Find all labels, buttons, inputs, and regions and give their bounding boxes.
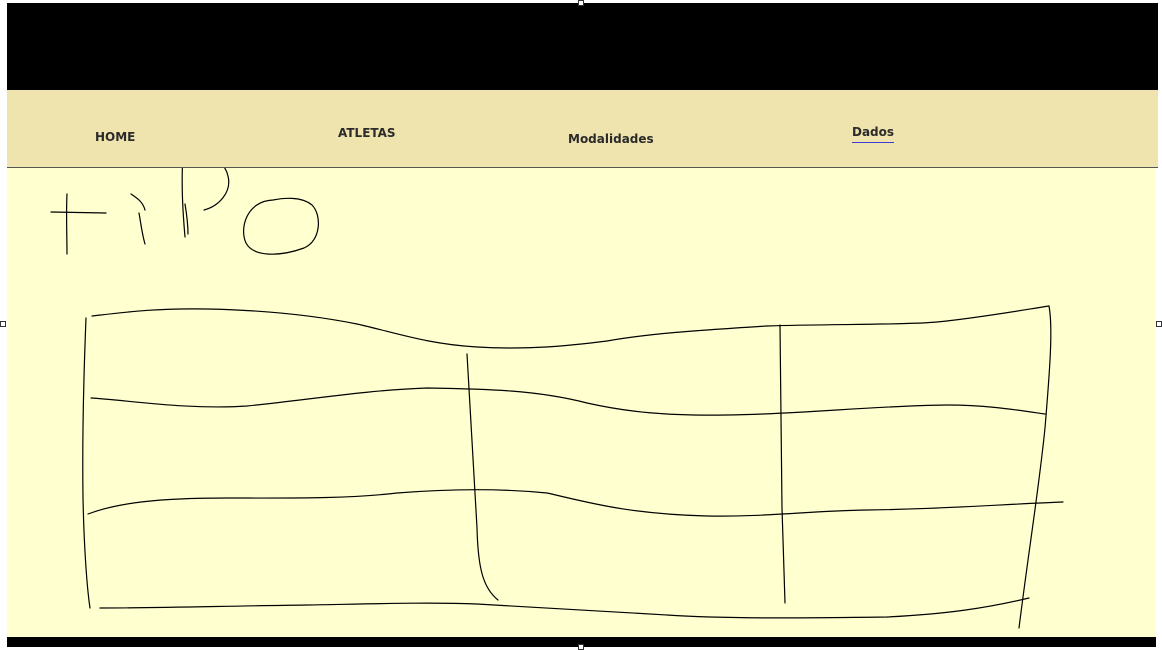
nav-item-modalidades[interactable]: Modalidades (568, 132, 654, 149)
hand-drawn-sketch (50, 168, 1064, 629)
header-banner (7, 3, 1158, 90)
resize-handle-bottom[interactable] (578, 644, 584, 650)
wireframe-canvas: HOME ATLETAS Modalidades Dados (0, 0, 1162, 650)
nav-item-atletas[interactable]: ATLETAS (338, 126, 396, 143)
resize-handle-left[interactable] (0, 321, 6, 327)
table-sketch (82, 305, 1064, 629)
resize-handle-top[interactable] (578, 0, 584, 6)
nav-item-home[interactable]: HOME (95, 130, 135, 147)
resize-handle-right[interactable] (1156, 321, 1162, 327)
handwritten-title-sketch (50, 168, 319, 255)
content-area (7, 168, 1156, 637)
top-navigation: HOME ATLETAS Modalidades Dados (7, 90, 1158, 168)
nav-item-dados[interactable]: Dados (852, 125, 895, 143)
